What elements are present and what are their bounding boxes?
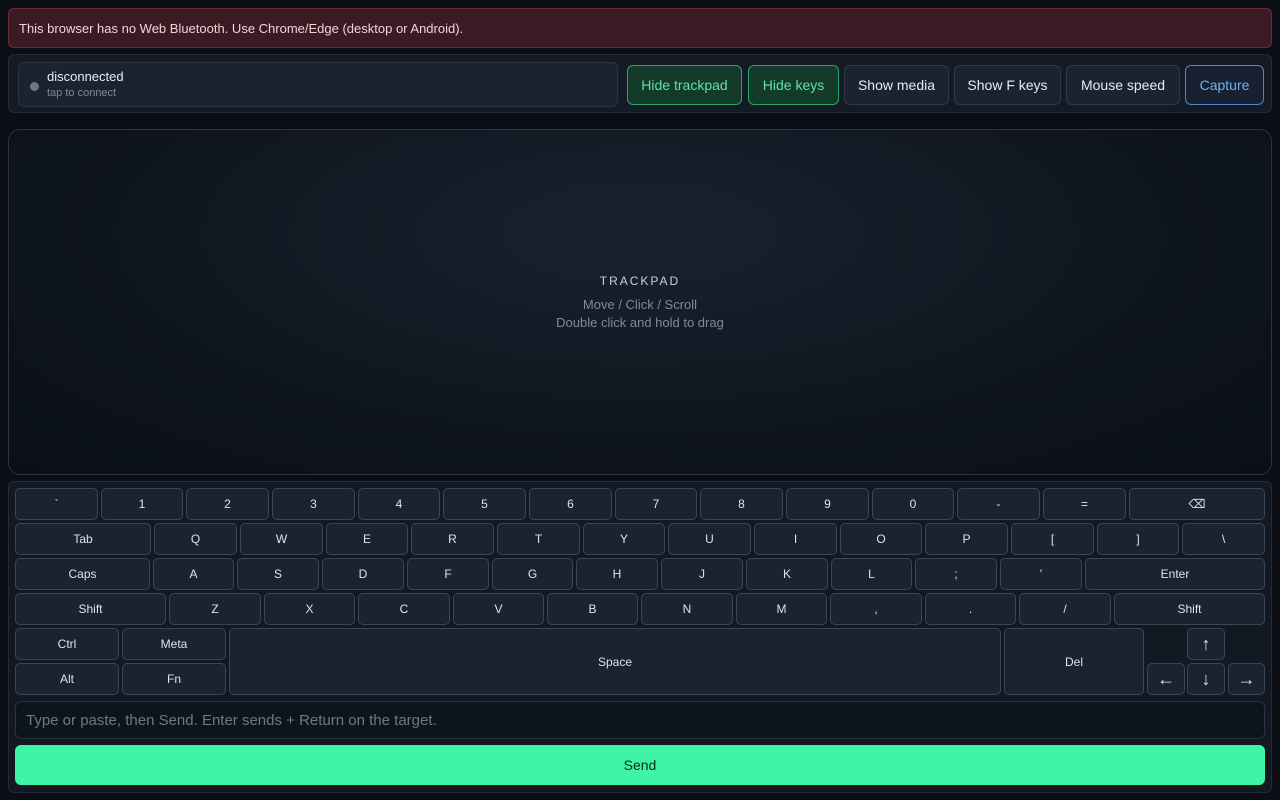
send-text-input[interactable] — [15, 701, 1265, 739]
key-period[interactable]: . — [925, 593, 1016, 625]
key-n[interactable]: N — [641, 593, 733, 625]
show-media-button[interactable]: Show media — [844, 65, 949, 105]
key-space[interactable]: Space — [229, 628, 1001, 695]
key-e[interactable]: E — [326, 523, 408, 555]
status-dot-icon — [30, 82, 39, 91]
key-m[interactable]: M — [736, 593, 827, 625]
hide-trackpad-button[interactable]: Hide trackpad — [627, 65, 742, 105]
no-bluetooth-banner: This browser has no Web Bluetooth. Use C… — [8, 8, 1272, 48]
key-backtick[interactable]: ` — [15, 488, 98, 520]
key-o[interactable]: O — [840, 523, 922, 555]
key-d[interactable]: D — [322, 558, 404, 590]
key-h[interactable]: H — [576, 558, 658, 590]
key-comma[interactable]: , — [830, 593, 922, 625]
key-shift-left[interactable]: Shift — [15, 593, 166, 625]
show-f-keys-button[interactable]: Show F keys — [954, 65, 1061, 105]
connection-hint: tap to connect — [47, 87, 117, 99]
key-a[interactable]: A — [153, 558, 234, 590]
key-equals[interactable]: = — [1043, 488, 1126, 520]
key-7[interactable]: 7 — [615, 488, 697, 520]
key-b[interactable]: B — [547, 593, 638, 625]
arrow-right-icon[interactable]: → — [1228, 663, 1265, 695]
trackpad-title: TRACKPAD — [599, 274, 681, 288]
capture-button[interactable]: Capture — [1185, 65, 1264, 105]
key-9[interactable]: 9 — [786, 488, 869, 520]
key-c[interactable]: C — [358, 593, 450, 625]
connection-status: disconnected — [47, 69, 124, 84]
key-y[interactable]: Y — [583, 523, 665, 555]
arrow-down-icon[interactable]: ↓ — [1187, 663, 1225, 695]
key-right-bracket[interactable]: ] — [1097, 523, 1179, 555]
key-backslash[interactable]: \ — [1182, 523, 1265, 555]
key-5[interactable]: 5 — [443, 488, 526, 520]
key-8[interactable]: 8 — [700, 488, 783, 520]
key-w[interactable]: W — [240, 523, 323, 555]
key-3[interactable]: 3 — [272, 488, 355, 520]
key-shift-right[interactable]: Shift — [1114, 593, 1265, 625]
key-r[interactable]: R — [411, 523, 494, 555]
key-q[interactable]: Q — [154, 523, 237, 555]
key-quote[interactable]: ' — [1000, 558, 1082, 590]
mouse-speed-button[interactable]: Mouse speed — [1066, 65, 1180, 105]
key-6[interactable]: 6 — [529, 488, 612, 520]
key-l[interactable]: L — [831, 558, 912, 590]
key-x[interactable]: X — [264, 593, 355, 625]
key-4[interactable]: 4 — [358, 488, 440, 520]
key-z[interactable]: Z — [169, 593, 261, 625]
trackpad-instructions: Move / Click / Scroll — [582, 297, 698, 312]
hide-keys-button[interactable]: Hide keys — [748, 65, 839, 105]
key-meta[interactable]: Meta — [122, 628, 226, 660]
key-2[interactable]: 2 — [186, 488, 269, 520]
toolbar: disconnected tap to connect Hide trackpa… — [8, 54, 1272, 113]
key-alt[interactable]: Alt — [15, 663, 119, 695]
arrow-left-icon[interactable]: ← — [1147, 663, 1185, 695]
key-s[interactable]: S — [237, 558, 319, 590]
key-f[interactable]: F — [407, 558, 489, 590]
send-button[interactable]: Send — [15, 745, 1265, 785]
key-slash[interactable]: / — [1019, 593, 1111, 625]
key-1[interactable]: 1 — [101, 488, 183, 520]
trackpad-drag-hint: Double click and hold to drag — [556, 315, 724, 330]
banner-text: This browser has no Web Bluetooth. Use C… — [19, 20, 464, 36]
key-p[interactable]: P — [925, 523, 1008, 555]
key-k[interactable]: K — [746, 558, 828, 590]
key-g[interactable]: G — [492, 558, 573, 590]
key-j[interactable]: J — [661, 558, 743, 590]
key-semicolon[interactable]: ; — [915, 558, 997, 590]
key-backspace[interactable]: ⌫ — [1129, 488, 1265, 520]
key-enter[interactable]: Enter — [1085, 558, 1265, 590]
key-t[interactable]: T — [497, 523, 580, 555]
key-left-bracket[interactable]: [ — [1011, 523, 1094, 555]
key-del[interactable]: Del — [1004, 628, 1144, 695]
key-tab[interactable]: Tab — [15, 523, 151, 555]
key-minus[interactable]: - — [957, 488, 1040, 520]
key-fn[interactable]: Fn — [122, 663, 226, 695]
trackpad-area[interactable]: TRACKPAD Move / Click / Scroll Double cl… — [8, 129, 1272, 475]
key-0[interactable]: 0 — [872, 488, 954, 520]
key-ctrl[interactable]: Ctrl — [15, 628, 119, 660]
connect-button[interactable]: disconnected tap to connect — [18, 62, 618, 107]
key-caps[interactable]: Caps — [15, 558, 150, 590]
key-u[interactable]: U — [668, 523, 751, 555]
arrow-up-icon[interactable]: ↑ — [1187, 628, 1225, 660]
key-v[interactable]: V — [453, 593, 544, 625]
key-i[interactable]: I — [754, 523, 837, 555]
